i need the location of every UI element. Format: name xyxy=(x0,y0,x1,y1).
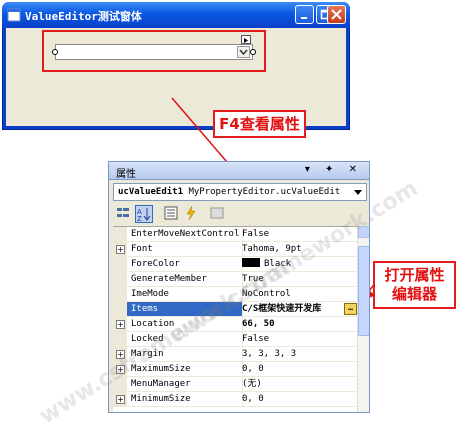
property-value-text: C/S框架快速开发库 xyxy=(242,304,322,314)
property-grid-scrollbar[interactable] xyxy=(357,226,369,412)
selected-object-type: MyPropertyEditor.ucValueEdit xyxy=(188,187,341,197)
property-row[interactable]: + Location 66, 50 xyxy=(113,317,360,332)
close-button[interactable] xyxy=(327,5,346,24)
categorized-button[interactable] xyxy=(115,205,133,223)
ellipsis-editor-button[interactable]: … xyxy=(344,303,357,315)
property-value-text: 0, 0 xyxy=(242,364,264,374)
resize-handle-left[interactable] xyxy=(52,49,58,55)
property-value[interactable]: 0, 0 xyxy=(239,362,360,377)
row-gutter: + xyxy=(113,392,127,407)
close-icon xyxy=(331,9,342,20)
row-gutter xyxy=(113,257,127,272)
property-pages-button[interactable] xyxy=(209,205,227,223)
expand-icon[interactable]: + xyxy=(116,245,125,254)
alphabetical-button[interactable]: AZ xyxy=(135,205,153,223)
properties-icon xyxy=(164,206,178,220)
property-value[interactable]: 3, 3, 3, 3 xyxy=(239,347,360,362)
row-gutter: + xyxy=(113,242,127,257)
property-name: Font xyxy=(127,242,243,257)
properties-toolbar: AZ xyxy=(113,204,367,224)
expand-icon[interactable]: + xyxy=(116,320,125,329)
property-name: MenuManager xyxy=(127,377,243,392)
chevron-down-icon[interactable] xyxy=(351,185,365,199)
property-value[interactable]: (无) xyxy=(239,377,360,392)
property-value-text: False xyxy=(242,229,270,239)
row-gutter xyxy=(113,302,127,317)
row-gutter xyxy=(113,227,127,242)
property-value-text: 0, 0 xyxy=(242,394,264,404)
categorized-icon xyxy=(117,208,129,217)
expand-icon[interactable]: + xyxy=(116,395,125,404)
properties-button[interactable] xyxy=(163,205,181,223)
value-edit-control[interactable] xyxy=(55,35,253,60)
property-row[interactable]: + MinimumSize 0, 0 xyxy=(113,392,360,407)
property-name: MinimumSize xyxy=(127,392,243,407)
open-editor-line2: 编辑器 xyxy=(391,285,437,303)
resize-handle-right[interactable] xyxy=(250,49,256,55)
window-title-bar[interactable]: ValueEditor测试窗体 xyxy=(2,2,350,28)
open-editor-line1: 打开属性 xyxy=(384,266,445,284)
row-gutter xyxy=(113,272,127,287)
property-value[interactable]: False xyxy=(239,332,360,347)
property-name: EnterMoveNextControl xyxy=(127,227,243,242)
minimize-icon xyxy=(301,17,307,19)
row-gutter xyxy=(113,332,127,347)
panel-header-icons[interactable]: ▾ ✦ ✕ xyxy=(305,164,363,175)
row-gutter: + xyxy=(113,317,127,332)
property-value-text: 66, 50 xyxy=(242,319,275,329)
scroll-thumb[interactable] xyxy=(358,246,369,336)
selected-object: ucValueEdit1 MyPropertyEditor.ucValueEdi… xyxy=(118,187,340,197)
property-pages-icon xyxy=(210,207,224,219)
app-icon xyxy=(7,8,21,22)
property-value[interactable]: 0, 0 xyxy=(239,392,360,407)
dropdown-button[interactable] xyxy=(237,46,250,58)
chevron-down-icon xyxy=(239,49,248,56)
f4-callout: F4查看属性 xyxy=(213,110,306,138)
property-value-text: False xyxy=(242,334,270,344)
window-title: ValueEditor测试窗体 xyxy=(25,10,142,23)
selected-object-name: ucValueEdit1 xyxy=(118,187,184,197)
row-gutter xyxy=(113,287,127,302)
minimize-button[interactable] xyxy=(295,5,314,24)
property-name: ForeColor xyxy=(127,257,243,272)
svg-text:Z: Z xyxy=(137,215,142,222)
color-swatch xyxy=(242,258,260,267)
property-name: GenerateMember xyxy=(127,272,243,287)
property-value[interactable]: C/S框架快速开发库 … xyxy=(239,302,360,317)
smart-tag-icon[interactable] xyxy=(241,35,251,44)
open-editor-callout: 打开属性 编辑器 xyxy=(373,261,456,309)
property-value-text: (无) xyxy=(242,379,262,389)
property-value[interactable]: 66, 50 xyxy=(239,317,360,332)
events-icon xyxy=(186,205,196,221)
events-button[interactable] xyxy=(183,205,201,223)
properties-title: 属性 xyxy=(116,169,136,180)
property-row[interactable]: MenuManager (无) xyxy=(113,377,360,392)
properties-header: 属性 ▾ ✦ ✕ xyxy=(109,162,369,180)
alphabetical-icon: AZ xyxy=(137,208,151,223)
object-selector[interactable]: ucValueEdit1 MyPropertyEditor.ucValueEdi… xyxy=(113,183,367,201)
property-value-text: 3, 3, 3, 3 xyxy=(242,349,297,359)
